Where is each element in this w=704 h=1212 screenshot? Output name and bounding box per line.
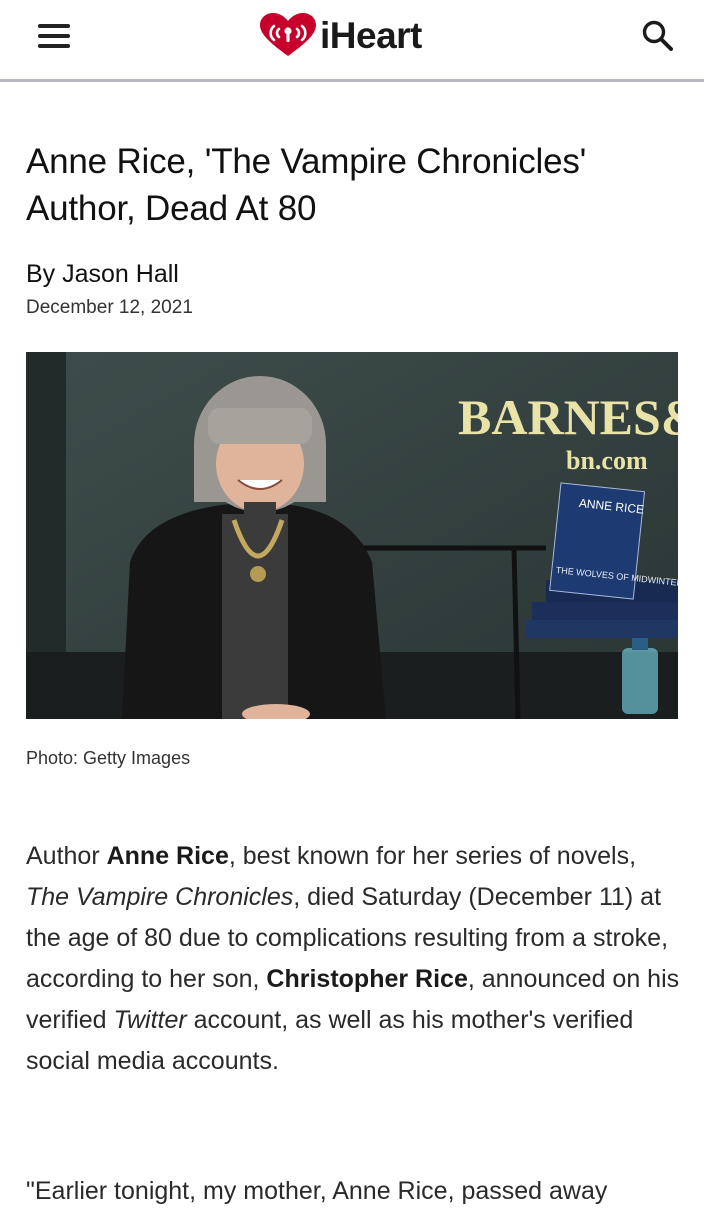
photo-illustration: BARNES&N bn.com ANNE RICE THE WOLVES OF … — [26, 352, 678, 719]
iheart-logo[interactable]: iHeart — [258, 12, 422, 60]
article-hero-image: BARNES&N bn.com ANNE RICE THE WOLVES OF … — [26, 352, 678, 719]
iheart-logo-icon — [260, 13, 316, 56]
image-caption: Photo: Getty Images — [26, 748, 191, 768]
article-title: Anne Rice, 'The Vampire Chronicles' Auth… — [26, 142, 587, 228]
top-navigation-bar: iHeart — [0, 0, 704, 82]
article-byline[interactable]: By Jason Hall — [26, 260, 179, 289]
book-series-title: The Vampire Chronicles — [26, 883, 294, 911]
store-sign: BARNES&N — [458, 389, 678, 445]
article-date: December 12, 2021 — [26, 297, 193, 318]
hamburger-menu-icon[interactable] — [38, 24, 70, 50]
platform-name-twitter: Twitter — [113, 1006, 187, 1034]
logo-wordmark: iHeart — [320, 15, 422, 56]
store-sign-url: bn.com — [566, 446, 648, 475]
article-paragraph: Author Anne Rice, best known for her ser… — [26, 842, 680, 1075]
article-paragraph-quote: "Earlier tonight, my mother, Anne Rice, … — [26, 1177, 608, 1205]
search-icon[interactable] — [640, 18, 676, 54]
person-name-christopher-rice: Christopher Rice — [266, 965, 468, 993]
person-name-anne-rice: Anne Rice — [106, 842, 229, 870]
